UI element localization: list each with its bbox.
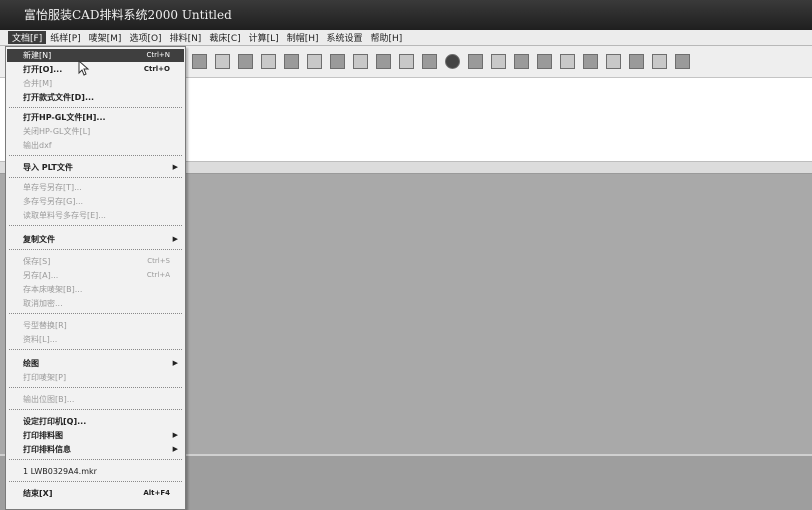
menu-item-open[interactable]: 打开[O]... Ctrl+O xyxy=(7,63,184,76)
menu-separator xyxy=(9,177,182,178)
menu-calculate[interactable]: 计算[L] xyxy=(245,31,283,44)
menu-item-read-multi[interactable]: 读取单料号多存号[E]... xyxy=(7,209,184,222)
menu-item-recent-file[interactable]: 1 LWB0329A4.mkr xyxy=(7,465,184,478)
menu-item-info[interactable]: 资料[L]... xyxy=(7,333,184,346)
menu-item-export-dxf[interactable]: 输出dxf xyxy=(7,139,184,152)
menu-item-size-replace[interactable]: 号型替换[R] xyxy=(7,319,184,332)
open-icon[interactable] xyxy=(215,54,230,69)
menu-cutting[interactable]: 裁床[C] xyxy=(205,31,244,44)
menu-separator xyxy=(9,387,182,388)
rotate-icon[interactable] xyxy=(376,54,391,69)
menu-item-print-layout-info[interactable]: 打印排料信息 ▶ xyxy=(7,443,184,456)
copy-icon[interactable] xyxy=(284,54,299,69)
menu-item-set-printer[interactable]: 设定打印机[Q]... xyxy=(7,415,184,428)
trash-icon[interactable] xyxy=(675,54,690,69)
menu-file[interactable]: 文档[F] xyxy=(8,31,47,44)
paste-icon[interactable] xyxy=(307,54,322,69)
submenu-arrow-icon: ▶ xyxy=(172,235,178,243)
submenu-arrow-icon: ▶ xyxy=(172,445,178,453)
menu-separator xyxy=(9,225,182,226)
text-icon[interactable] xyxy=(491,54,506,69)
table-icon[interactable] xyxy=(560,54,575,69)
triangle-icon[interactable] xyxy=(606,54,621,69)
menu-bar: 文档[F] 纸样[P] 唛架[M] 选项[O] 排料[N] 裁床[C] 计算[L… xyxy=(0,30,812,46)
menu-item-export-bitmap[interactable]: 输出位图[B]... xyxy=(7,393,184,406)
menu-item-copy-file[interactable]: 复制文件 ▶ xyxy=(7,233,184,246)
menu-options[interactable]: 选项[O] xyxy=(125,31,165,44)
menu-item-merge[interactable]: 合并[M] xyxy=(7,77,184,90)
zoom-icon[interactable] xyxy=(353,54,368,69)
menu-separator xyxy=(9,409,182,410)
menu-item-import-plt[interactable]: 导入 PLT文件 ▶ xyxy=(7,161,184,174)
menu-hat[interactable]: 制帽[H] xyxy=(283,31,323,44)
menu-item-plot[interactable]: 绘图 ▶ xyxy=(7,357,184,370)
circle-icon[interactable] xyxy=(445,54,460,69)
menu-item-exit[interactable]: 结束[X] Alt+F4 xyxy=(7,487,184,500)
menu-item-save[interactable]: 保存[S] Ctrl+S xyxy=(7,255,184,268)
menu-separator xyxy=(9,107,182,108)
grid-icon[interactable] xyxy=(468,54,483,69)
menu-separator xyxy=(9,313,182,314)
select-icon[interactable] xyxy=(514,54,529,69)
menu-item-close-hpgl[interactable]: 关闭HP-GL文件[L] xyxy=(7,125,184,138)
menu-separator xyxy=(9,459,182,460)
menu-item-print-marker[interactable]: 打印唛架[P] xyxy=(7,371,184,384)
menu-separator xyxy=(9,481,182,482)
submenu-arrow-icon: ▶ xyxy=(172,163,178,171)
new-icon[interactable] xyxy=(192,54,207,69)
submenu-arrow-icon: ▶ xyxy=(172,359,178,367)
menu-item-save-as[interactable]: 另存[A]... Ctrl+A xyxy=(7,269,184,282)
menu-item-open-style[interactable]: 打开款式文件[D]... xyxy=(7,91,184,104)
menu-separator xyxy=(9,155,182,156)
menu-item-cancel-encrypt[interactable]: 取消加密... xyxy=(7,297,184,310)
cursor-icon[interactable] xyxy=(629,54,644,69)
menu-pattern[interactable]: 纸样[P] xyxy=(46,31,84,44)
menu-separator xyxy=(9,349,182,350)
menu-item-new[interactable]: 新建[N] Ctrl+N xyxy=(7,49,184,62)
marker-icon[interactable] xyxy=(652,54,667,69)
menu-system-settings[interactable]: 系统设置 xyxy=(322,31,366,44)
menu-layout[interactable]: 排料[N] xyxy=(166,31,206,44)
layer-icon[interactable] xyxy=(537,54,552,69)
menu-separator xyxy=(9,249,182,250)
flip-icon[interactable] xyxy=(399,54,414,69)
app-window: 富怡服装CAD排料系统2000 Untitled 文档[F] 纸样[P] 唛架[… xyxy=(0,0,812,510)
menu-item-open-hpgl[interactable]: 打开HP-GL文件[H]... xyxy=(7,111,184,124)
submenu-arrow-icon: ▶ xyxy=(172,431,178,439)
undo-icon[interactable] xyxy=(422,54,437,69)
menu-marker[interactable]: 唛架[M] xyxy=(85,31,126,44)
menu-item-multi-save-as[interactable]: 多存号另存[G]... xyxy=(7,195,184,208)
title-bar: 富怡服装CAD排料系统2000 Untitled xyxy=(0,0,812,30)
info-icon[interactable] xyxy=(583,54,598,69)
menu-item-save-bed-marker[interactable]: 存本床唛架[B]... xyxy=(7,283,184,296)
menu-help[interactable]: 帮助[H] xyxy=(367,31,407,44)
mouse-cursor-icon xyxy=(78,60,90,76)
save-icon[interactable] xyxy=(238,54,253,69)
window-title: 富怡服装CAD排料系统2000 Untitled xyxy=(24,8,232,22)
menu-item-single-save-as[interactable]: 单存号另存[T]... xyxy=(7,181,184,194)
file-menu-dropdown: 新建[N] Ctrl+N 打开[O]... Ctrl+O 合并[M] 打开款式文… xyxy=(5,46,186,510)
cut-icon[interactable] xyxy=(261,54,276,69)
print-icon[interactable] xyxy=(330,54,345,69)
menu-item-print-layout[interactable]: 打印排料图 ▶ xyxy=(7,429,184,442)
